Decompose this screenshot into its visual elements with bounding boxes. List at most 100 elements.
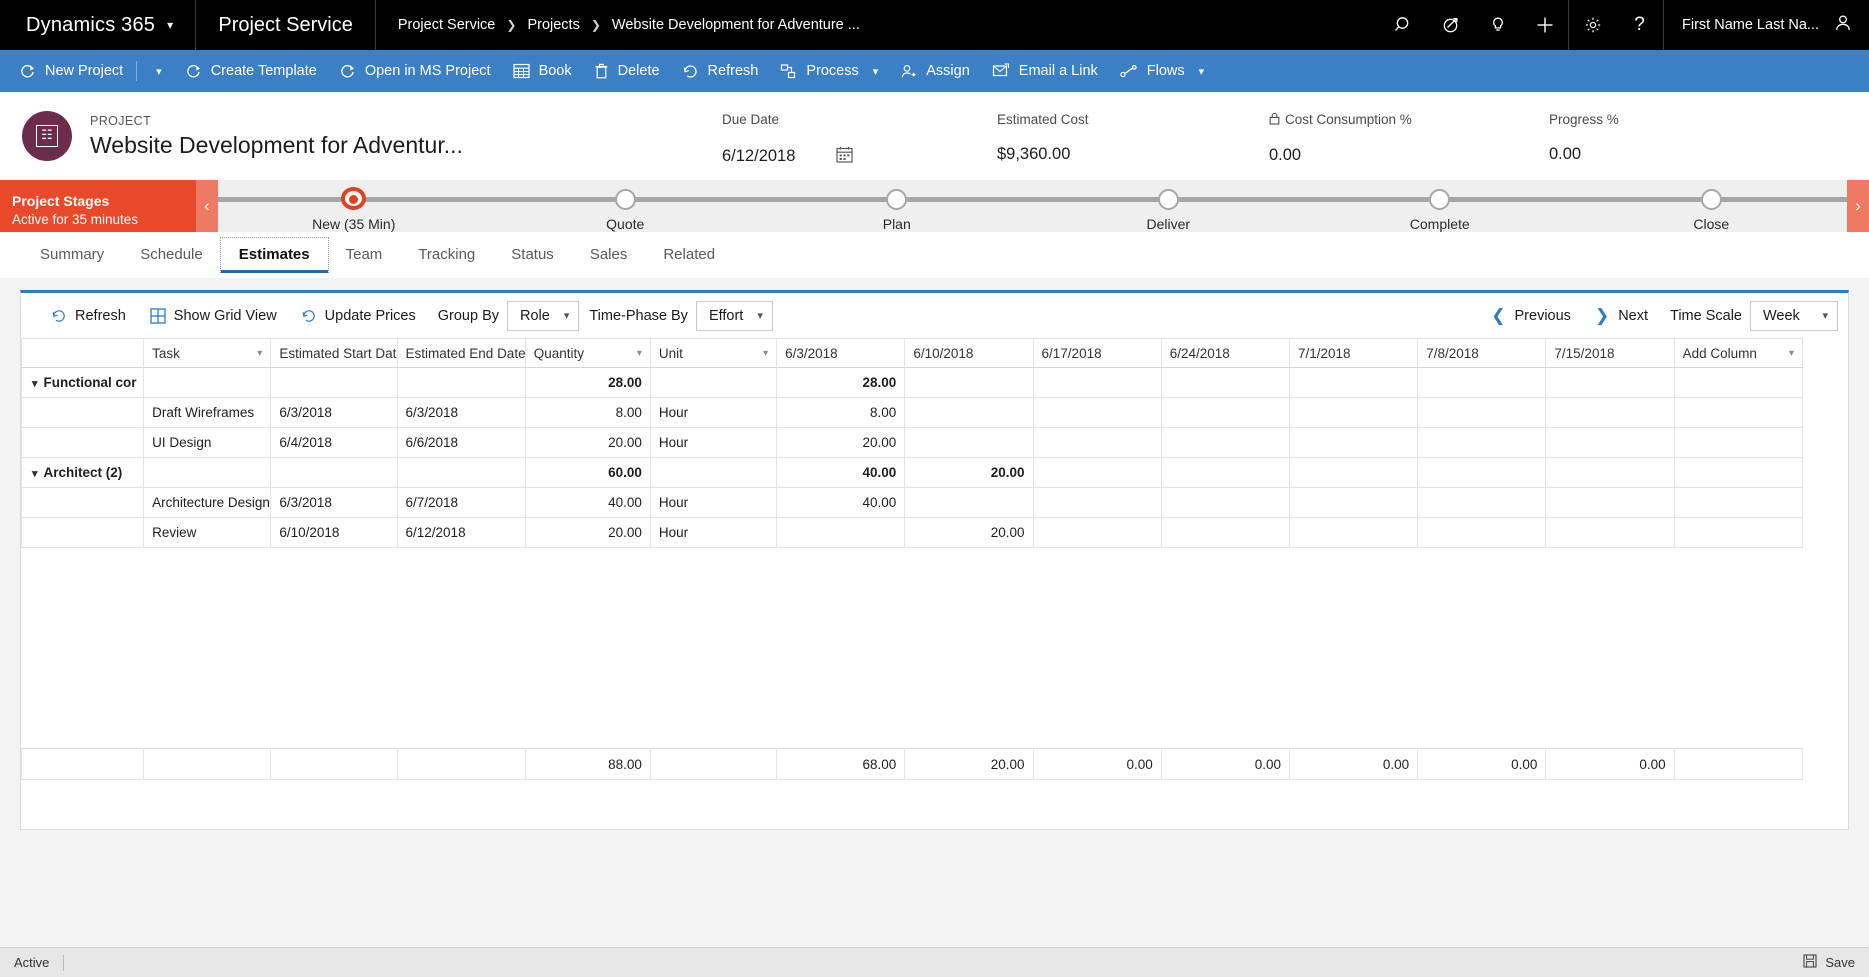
- row-week-3-cell[interactable]: [1032, 517, 1162, 548]
- search-icon[interactable]: [1380, 0, 1427, 50]
- show-grid-view-button[interactable]: Show Grid View: [138, 299, 289, 333]
- save-button[interactable]: Save: [1803, 954, 1855, 971]
- row-week-4-cell[interactable]: [1160, 427, 1290, 458]
- row-unit-cell[interactable]: [649, 457, 778, 488]
- column-header-week-3[interactable]: 6/17/2018: [1032, 338, 1162, 368]
- column-header-week-4[interactable]: 6/24/2018: [1160, 338, 1290, 368]
- table-row[interactable]: Architecture Design 6/3/2018 6/7/2018 40…: [21, 487, 1804, 518]
- chevron-down-icon[interactable]: ▾: [763, 348, 768, 359]
- row-add-cell[interactable]: [1673, 487, 1804, 518]
- row-week-1-cell[interactable]: 40.00: [776, 457, 906, 488]
- column-header-grip[interactable]: [21, 338, 145, 368]
- row-quantity-cell[interactable]: 28.00: [524, 367, 651, 398]
- previous-period-button[interactable]: ❮ Previous: [1479, 306, 1583, 326]
- row-start-cell[interactable]: [270, 367, 398, 398]
- table-row[interactable]: ▾ Functional cor 28.00 28.00: [21, 367, 1804, 398]
- row-group-name-cell[interactable]: ▾ Architect (2): [21, 457, 145, 488]
- row-start-cell[interactable]: [270, 457, 398, 488]
- row-week-7-cell[interactable]: [1545, 517, 1675, 548]
- chevron-down-icon[interactable]: ▾: [1789, 348, 1794, 359]
- table-row[interactable]: ▾ Architect (2) 60.00 40.00 20.00: [21, 457, 1804, 488]
- column-header-unit[interactable]: Unit ▾: [649, 338, 778, 368]
- row-task-cell[interactable]: Draft Wireframes: [143, 397, 272, 428]
- column-header-week-7[interactable]: 7/15/2018: [1545, 338, 1675, 368]
- command-delete[interactable]: Delete: [583, 50, 671, 92]
- table-row[interactable]: Review 6/10/2018 6/12/2018 20.00 Hour 20…: [21, 517, 1804, 548]
- row-week-7-cell[interactable]: [1545, 367, 1675, 398]
- chevron-down-icon[interactable]: ▾: [32, 467, 38, 480]
- row-week-1-cell[interactable]: 40.00: [776, 487, 906, 518]
- time-scale-select[interactable]: Week ▾: [1750, 300, 1838, 331]
- row-start-cell[interactable]: 6/3/2018: [270, 397, 398, 428]
- command-create-template[interactable]: Create Template: [174, 50, 328, 92]
- breadcrumb-item-1[interactable]: Project Service: [398, 17, 496, 33]
- row-week-6-cell[interactable]: [1417, 427, 1547, 458]
- process-stage-plan[interactable]: Plan: [761, 180, 1033, 232]
- row-start-cell[interactable]: 6/4/2018: [270, 427, 398, 458]
- row-end-cell[interactable]: [396, 457, 526, 488]
- row-week-5-cell[interactable]: [1288, 427, 1419, 458]
- row-week-1-cell[interactable]: 20.00: [776, 427, 906, 458]
- command-refresh[interactable]: Refresh: [671, 50, 770, 92]
- process-stage-banner[interactable]: Project Stages Active for 35 minutes: [0, 180, 196, 232]
- row-week-1-cell[interactable]: [776, 517, 906, 548]
- row-week-4-cell[interactable]: [1160, 367, 1290, 398]
- process-stage-new[interactable]: New (35 Min): [218, 180, 490, 232]
- row-unit-cell[interactable]: Hour: [649, 487, 778, 518]
- row-week-2-cell[interactable]: [904, 367, 1034, 398]
- row-quantity-cell[interactable]: 20.00: [524, 427, 651, 458]
- chevron-down-icon[interactable]: ▾: [637, 348, 642, 359]
- group-by-select[interactable]: Role ▾: [507, 300, 580, 331]
- row-task-cell[interactable]: [143, 457, 272, 488]
- process-stage-close[interactable]: Close: [1576, 180, 1848, 232]
- row-unit-cell[interactable]: Hour: [649, 397, 778, 428]
- command-open-in-ms-project[interactable]: Open in MS Project: [328, 50, 502, 92]
- row-week-6-cell[interactable]: [1417, 487, 1547, 518]
- command-book[interactable]: Book: [502, 50, 583, 92]
- row-add-cell[interactable]: [1673, 517, 1804, 548]
- column-header-week-5[interactable]: 7/1/2018: [1288, 338, 1419, 368]
- row-week-6-cell[interactable]: [1417, 457, 1547, 488]
- process-stage-deliver[interactable]: Deliver: [1033, 180, 1305, 232]
- row-week-6-cell[interactable]: [1417, 517, 1547, 548]
- row-task-cell[interactable]: [143, 367, 272, 398]
- calendar-icon[interactable]: [835, 145, 854, 169]
- row-end-cell[interactable]: 6/6/2018: [396, 427, 526, 458]
- table-row[interactable]: Draft Wireframes 6/3/2018 6/3/2018 8.00 …: [21, 397, 1804, 428]
- row-week-2-cell[interactable]: 20.00: [904, 457, 1034, 488]
- row-week-5-cell[interactable]: [1288, 397, 1419, 428]
- row-group-name-cell[interactable]: [21, 427, 145, 458]
- row-week-7-cell[interactable]: [1545, 457, 1675, 488]
- next-period-button[interactable]: ❯ Next: [1583, 306, 1660, 326]
- row-start-cell[interactable]: 6/3/2018: [270, 487, 398, 518]
- process-previous-button[interactable]: ‹: [196, 180, 218, 232]
- row-group-name-cell[interactable]: [21, 397, 145, 428]
- breadcrumb-item-3[interactable]: Website Development for Adventure ...: [612, 17, 860, 33]
- row-week-3-cell[interactable]: [1032, 487, 1162, 518]
- row-week-7-cell[interactable]: [1545, 397, 1675, 428]
- process-stage-complete[interactable]: Complete: [1304, 180, 1576, 232]
- row-add-cell[interactable]: [1673, 397, 1804, 428]
- row-quantity-cell[interactable]: 60.00: [524, 457, 651, 488]
- row-week-2-cell[interactable]: [904, 427, 1034, 458]
- row-week-1-cell[interactable]: 8.00: [776, 397, 906, 428]
- command-flows[interactable]: Flows ▾: [1109, 50, 1215, 92]
- row-week-1-cell[interactable]: 28.00: [776, 367, 906, 398]
- row-week-7-cell[interactable]: [1545, 427, 1675, 458]
- row-group-name-cell[interactable]: ▾ Functional cor: [21, 367, 145, 398]
- breadcrumb-item-2[interactable]: Projects: [527, 17, 579, 33]
- column-header-estimated-end-date[interactable]: Estimated End Date▾: [396, 338, 526, 368]
- row-week-2-cell[interactable]: [904, 397, 1034, 428]
- column-header-week-2[interactable]: 6/10/2018: [904, 338, 1034, 368]
- grid-refresh-button[interactable]: Refresh: [39, 299, 138, 333]
- row-week-3-cell[interactable]: [1032, 457, 1162, 488]
- row-week-7-cell[interactable]: [1545, 487, 1675, 518]
- tab-estimates[interactable]: Estimates: [219, 237, 329, 273]
- tab-summary[interactable]: Summary: [22, 238, 122, 272]
- column-header-quantity[interactable]: Quantity ▾: [524, 338, 651, 368]
- row-week-5-cell[interactable]: [1288, 367, 1419, 398]
- plus-icon[interactable]: [1521, 0, 1568, 50]
- metric-due-date-value[interactable]: 6/12/2018: [722, 147, 795, 166]
- command-process[interactable]: Process ▾: [769, 50, 889, 92]
- lightbulb-icon[interactable]: [1474, 0, 1521, 50]
